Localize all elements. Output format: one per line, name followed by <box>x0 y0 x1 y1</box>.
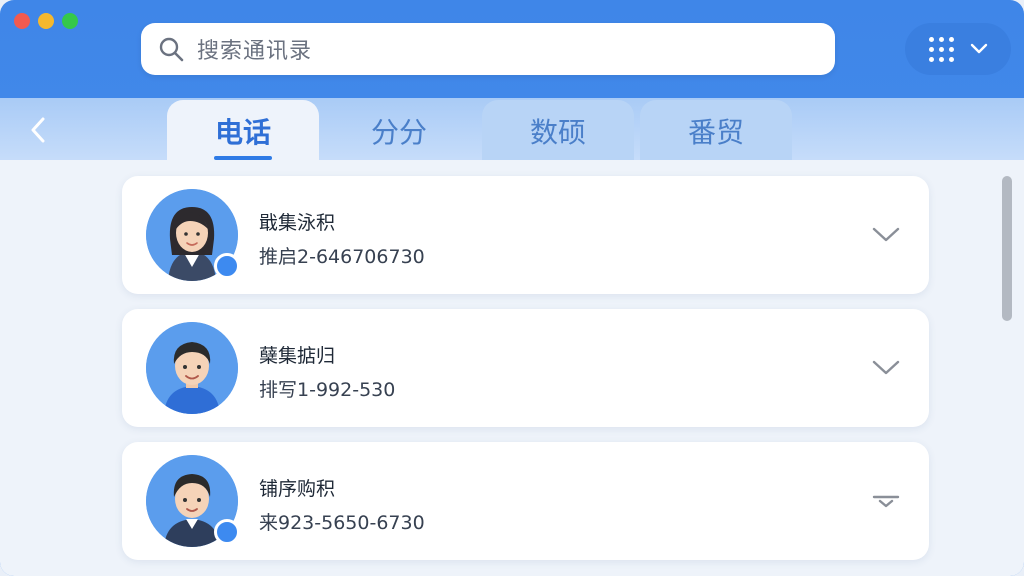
tab-4[interactable]: 番贸 <box>640 100 792 162</box>
avatar <box>146 455 240 547</box>
close-window-button[interactable] <box>14 13 30 29</box>
avatar <box>146 189 240 281</box>
search-input[interactable]: 搜索通讯录 <box>141 23 835 75</box>
back-arrow-icon <box>31 117 45 143</box>
contact-phone: 排写1-992-530 <box>259 379 396 401</box>
contact-card[interactable]: 戢集泳积 推启2-646706730 <box>122 176 929 294</box>
expand-chevron-icon[interactable] <box>871 223 901 247</box>
tab-3[interactable]: 数硕 <box>482 100 634 162</box>
online-status-badge <box>214 519 240 545</box>
male-avatar-icon <box>146 322 238 414</box>
tab-label: 分分 <box>370 116 427 149</box>
grid-icon <box>928 36 954 62</box>
minimize-window-button[interactable] <box>38 13 54 29</box>
contact-name: 蘖集掂归 <box>259 345 336 367</box>
search-placeholder: 搜索通讯录 <box>197 39 313 64</box>
contact-name: 铺序购积 <box>259 478 336 500</box>
window-controls <box>14 13 78 29</box>
tab-label: 番贸 <box>687 116 744 149</box>
search-icon <box>159 37 184 62</box>
tab-label: 电话 <box>214 116 271 149</box>
expand-chevron-icon[interactable] <box>871 356 901 380</box>
avatar <box>146 322 238 414</box>
expand-chevron-icon[interactable] <box>871 489 901 513</box>
contact-phone: 推启2-646706730 <box>259 246 425 268</box>
tab-bar: 电话 分分 数硕 番贸 <box>0 98 1024 162</box>
tab-phone[interactable]: 电话 <box>167 100 319 162</box>
apps-menu-button[interactable] <box>905 23 1011 75</box>
online-status-badge <box>214 253 240 279</box>
back-button[interactable] <box>24 116 52 144</box>
tab-label: 数硕 <box>529 116 586 149</box>
chevron-down-icon <box>970 43 987 54</box>
contact-card[interactable]: 铺序购积 来923-5650-6730 <box>122 442 929 560</box>
contact-phone: 来923-5650-6730 <box>259 512 425 534</box>
scrollbar[interactable] <box>1002 176 1012 321</box>
tab-2[interactable]: 分分 <box>323 100 475 162</box>
contact-name: 戢集泳积 <box>259 212 336 234</box>
contact-card[interactable]: 蘖集掂归 排写1-992-530 <box>122 309 929 427</box>
maximize-window-button[interactable] <box>62 13 78 29</box>
app-window: 搜索通讯录 电话 分分 数硕 番贸 戢集泳积 推启2-646706730 蘖集掂… <box>0 0 1024 576</box>
